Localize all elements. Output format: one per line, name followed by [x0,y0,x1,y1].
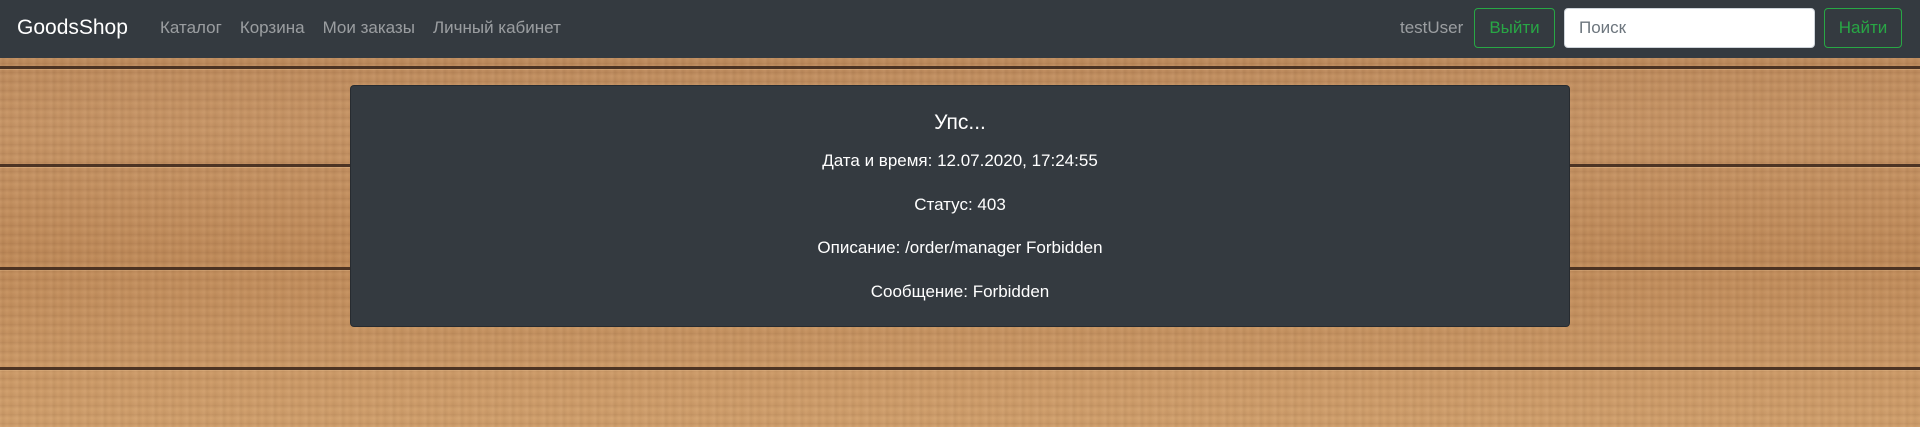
search-input[interactable] [1564,8,1815,48]
error-message: Сообщение: Forbidden [870,282,1050,301]
plank-divider [0,367,1920,370]
nav-links: Каталог Корзина Мои заказы Личный кабине… [160,17,579,39]
error-datetime: Дата и время: 12.07.2020, 17:24:55 [822,151,1098,170]
nav-link-cart[interactable]: Корзина [240,17,305,39]
brand-logo[interactable]: GoodsShop [17,14,128,42]
nav-link-catalog[interactable]: Каталог [160,17,222,39]
error-status: Статус: 403 [914,195,1006,214]
nav-link-account[interactable]: Личный кабинет [433,17,561,39]
plank-divider [0,66,1920,69]
search-button[interactable]: Найти [1824,8,1902,48]
nav-link-my-orders[interactable]: Мои заказы [323,17,415,39]
error-title: Упс... [934,111,986,134]
error-description: Описание: /order/manager Forbidden [817,238,1103,257]
logout-button[interactable]: Выйти [1474,8,1555,48]
current-username: testUser [1400,18,1464,37]
top-navbar: GoodsShop Каталог Корзина Мои заказы Лич… [0,0,1920,58]
error-card: Упс... Дата и время: 12.07.2020, 17:24:5… [350,85,1570,327]
